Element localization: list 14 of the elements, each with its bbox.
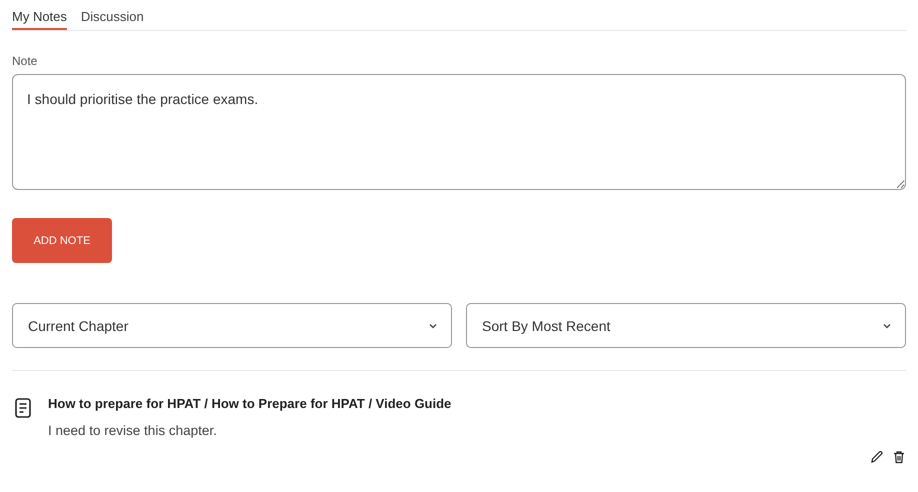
caret-icon [429, 322, 437, 328]
caret-icon [883, 322, 891, 328]
note-field[interactable]: I should prioritise the practice exams. [12, 74, 906, 190]
filter-dropdown[interactable]: Current Chapter [12, 303, 452, 348]
add-note-button[interactable]: ADD NOTE [12, 218, 112, 263]
tab[interactable]: Discussion [80, 0, 144, 30]
note-title: How to prepare for HPAT / How to Prepare for HPAT / Video Guide [48, 396, 452, 411]
edit-icon[interactable] [870, 450, 884, 464]
document-icon [15, 398, 31, 418]
delete-icon[interactable] [892, 450, 906, 464]
note-text: I need to revise this chapter. [48, 423, 218, 438]
note-label: Note [12, 54, 38, 68]
tab[interactable]: My Notes [12, 0, 67, 30]
filter-dropdown[interactable]: Sort By Most Recent [466, 303, 906, 348]
